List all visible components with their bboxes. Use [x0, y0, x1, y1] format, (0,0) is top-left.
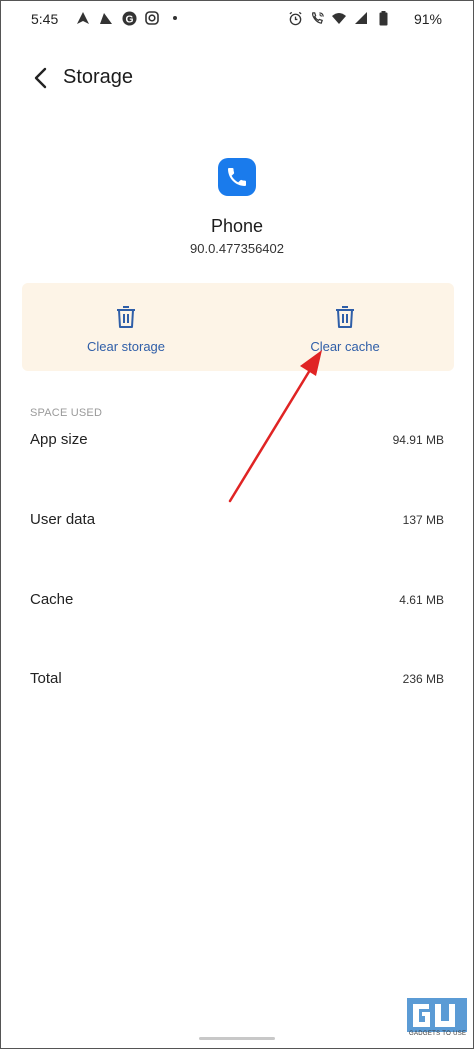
phone-icon	[228, 168, 246, 186]
clear-storage-label: Clear storage	[86, 339, 166, 354]
chevron-left-icon	[34, 67, 47, 89]
nav-arrow-icon	[75, 10, 91, 26]
phone-app-icon	[218, 158, 256, 196]
wifi-calling-icon	[309, 10, 325, 26]
status-time: 5:45	[31, 11, 59, 27]
trash-icon	[336, 306, 354, 328]
row-value: 4.61 MB	[399, 593, 444, 607]
instagram-icon	[144, 10, 160, 26]
battery-icon	[375, 10, 391, 26]
app-version: 90.0.477356402	[190, 241, 284, 256]
row-value: 236 MB	[402, 672, 444, 686]
watermark-logo: GADGETS TO USE	[407, 998, 467, 1043]
storage-actions-panel: Clear storage Clear cache	[22, 283, 454, 371]
status-bar: 5:45 G 91%	[0, 0, 474, 38]
storage-row-total: Total 236 MB	[30, 670, 444, 694]
notification-icons: G	[75, 10, 183, 26]
back-button[interactable]	[30, 66, 54, 90]
storage-row-app-size: App size 94.91 MB	[30, 431, 444, 455]
row-value: 94.91 MB	[392, 433, 444, 447]
storage-row-user-data: User data 137 MB	[30, 511, 444, 535]
storage-row-cache: Cache 4.61 MB	[30, 591, 444, 615]
trash-icon	[117, 306, 135, 328]
battery-percent: 91%	[413, 11, 442, 27]
clear-cache-label: Clear cache	[310, 339, 380, 354]
nav-arrow-icon	[98, 10, 114, 26]
google-icon: G	[121, 10, 137, 26]
page-title: Storage	[63, 66, 134, 88]
gadgets-to-use-logo-icon	[407, 998, 467, 1032]
row-label: App size	[30, 431, 88, 448]
wifi-icon	[331, 10, 347, 26]
dot-icon	[167, 10, 183, 26]
row-label: Cache	[30, 591, 74, 608]
svg-text:G: G	[125, 14, 133, 25]
row-value: 137 MB	[402, 513, 444, 527]
watermark-text: GADGETS TO USE	[409, 1031, 467, 1037]
row-label: Total	[30, 670, 62, 687]
signal-icon	[353, 10, 369, 26]
clear-cache-button[interactable]: Clear cache	[237, 283, 453, 371]
row-label: User data	[30, 511, 96, 528]
app-name: Phone	[210, 216, 264, 236]
clear-storage-button[interactable]: Clear storage	[18, 283, 234, 371]
alarm-icon	[287, 10, 303, 26]
section-label-space-used: SPACE USED	[30, 407, 103, 419]
system-icons	[287, 10, 391, 26]
gesture-nav-bar[interactable]	[199, 1037, 275, 1040]
